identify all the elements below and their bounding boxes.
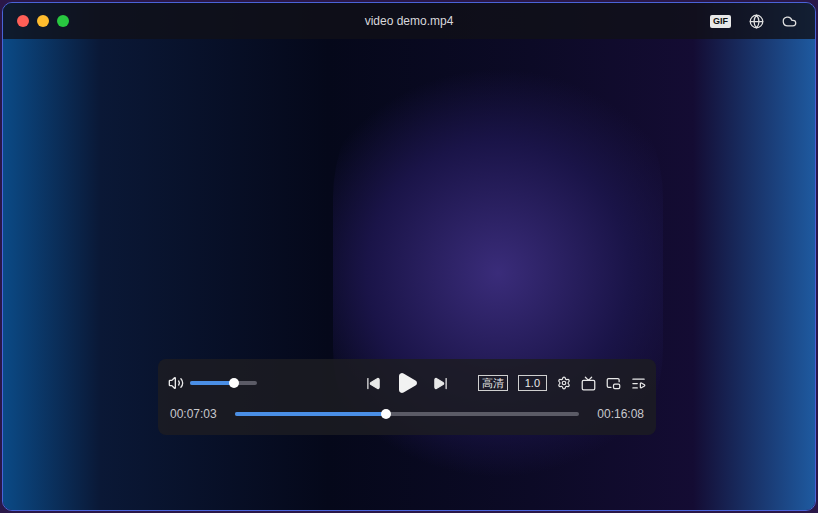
- gif-button[interactable]: GIF: [710, 15, 731, 28]
- volume-slider-knob[interactable]: [229, 378, 239, 388]
- options-group: 高清 1.0: [456, 375, 646, 391]
- title-actions: GIF: [453, 14, 801, 29]
- current-time: 00:07:03: [170, 405, 217, 423]
- picture-in-picture-icon[interactable]: [606, 376, 621, 391]
- cloud-icon[interactable]: [782, 14, 797, 29]
- next-icon[interactable]: [433, 376, 448, 391]
- close-button[interactable]: [17, 15, 29, 27]
- gear-icon[interactable]: [557, 376, 571, 390]
- video-glow: [333, 33, 663, 511]
- duration: 00:16:08: [597, 405, 644, 423]
- playlist-icon[interactable]: [631, 376, 646, 391]
- progress-bar-knob[interactable]: [381, 409, 391, 419]
- progress-row: 00:07:03 00:16:08: [168, 405, 646, 423]
- tv-icon[interactable]: [581, 376, 596, 391]
- control-row: 高清 1.0: [168, 371, 646, 395]
- volume-icon[interactable]: [168, 375, 184, 391]
- window-title: video demo.mp4: [365, 12, 454, 30]
- playback-group: [358, 371, 456, 395]
- title-bar: video demo.mp4 GIF: [3, 3, 815, 39]
- volume-slider-fill: [190, 381, 234, 385]
- window-controls: [17, 15, 365, 27]
- previous-icon[interactable]: [366, 376, 381, 391]
- volume-group: [168, 375, 358, 391]
- globe-icon[interactable]: [749, 14, 764, 29]
- maximize-button[interactable]: [57, 15, 69, 27]
- player-window: video demo.mp4 GIF 高清 1.0 00:07:03 00:16:08: [2, 2, 816, 511]
- progress-bar[interactable]: [235, 412, 580, 416]
- desktop: video demo.mp4 GIF 高清 1.0 00:07:03 00:16:08: [0, 0, 818, 513]
- progress-bar-fill: [235, 412, 387, 416]
- quality-button[interactable]: 高清: [478, 375, 508, 391]
- speed-button[interactable]: 1.0: [518, 375, 547, 391]
- minimize-button[interactable]: [37, 15, 49, 27]
- volume-slider[interactable]: [190, 381, 257, 385]
- control-panel: 高清 1.0 00:07:03 00:16:08: [158, 359, 656, 435]
- play-icon[interactable]: [395, 371, 419, 395]
